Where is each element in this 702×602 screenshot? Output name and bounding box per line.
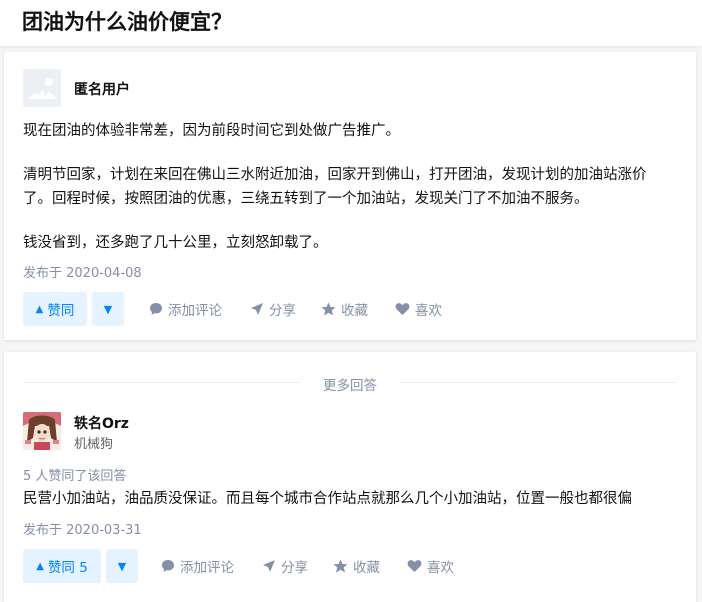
comment-icon (162, 560, 174, 572)
publish-date[interactable]: 发布于 2020-04-08 (23, 262, 142, 281)
vote-down-button[interactable]: ▼ (92, 292, 124, 326)
question-header: 团油为什么油价便宜？ (0, 0, 702, 46)
triangle-down-icon: ▼ (103, 302, 113, 316)
anime-avatar-icon (23, 412, 61, 450)
share-button[interactable]: 分享 (250, 292, 296, 326)
like-label: 喜欢 (415, 303, 442, 319)
star-icon (321, 302, 336, 316)
answer-content: 现在团油的体验非常差，因为前段时间它到处做广告推广。 清明节回家，计划在来回在佛… (23, 119, 679, 255)
heart-icon (407, 560, 422, 572)
author-avatar[interactable] (23, 412, 61, 450)
like-label: 喜欢 (427, 560, 454, 576)
answer-content: 民营小加油站，油品质没保证。而且每个城市合作站点就那么几个小加油站，位置一般也都… (23, 487, 679, 511)
paragraph: 清明节回家，计划在来回在佛山三水附近加油，回家开到佛山，打开团油，发现计划的加油… (23, 167, 647, 183)
comment-label: 添加评论 (180, 560, 234, 576)
triangle-up-icon: ▲ (36, 560, 44, 572)
paragraph: 了。回程时候，按照团油的优惠，三绕五转到了一个加油站，发现关门了不加油不服务。 (23, 191, 589, 207)
like-button[interactable]: 喜欢 (395, 292, 442, 326)
voters-count[interactable]: 5 人赞同了该回答 (23, 465, 126, 484)
share-icon (263, 560, 275, 572)
comment-button[interactable]: 添加评论 (149, 292, 222, 326)
divider-line-left (23, 382, 300, 383)
page-title: 团油为什么油价便宜？ (22, 10, 232, 34)
share-icon (251, 303, 263, 315)
share-button[interactable]: 分享 (262, 549, 308, 583)
star-icon (333, 559, 348, 573)
more-answers-label: 更多回答 (323, 378, 377, 394)
answer-card: 更多回答 轶名Orz 机械狗 5 人赞同了该回答 民营小加油站，油品质没保证。而… (4, 352, 696, 602)
vote-up-label: 赞同 (47, 303, 75, 319)
triangle-down-icon: ▼ (117, 559, 127, 573)
vote-up-label: 赞同 5 (47, 560, 88, 576)
vote-up-button[interactable]: ▲ 赞同 5 (23, 549, 101, 583)
share-label: 分享 (269, 303, 296, 319)
heart-icon (395, 303, 410, 315)
share-label: 分享 (281, 560, 308, 576)
answer-card: 匿名用户 现在团油的体验非常差，因为前段时间它到处做广告推广。 清明节回家，计划… (4, 52, 696, 340)
favorite-label: 收藏 (353, 560, 380, 576)
vote-up-button[interactable]: ▲ 赞同 (23, 292, 87, 326)
divider-line-right (400, 382, 676, 383)
comment-label: 添加评论 (168, 303, 222, 319)
publish-date[interactable]: 发布于 2020-03-31 (23, 519, 142, 538)
favorite-label: 收藏 (341, 303, 368, 319)
paragraph: 现在团油的体验非常差，因为前段时间它到处做广告推广。 (23, 123, 400, 139)
user-silhouette-icon (23, 69, 61, 107)
favorite-button[interactable]: 收藏 (333, 549, 380, 583)
favorite-button[interactable]: 收藏 (321, 292, 368, 326)
comment-icon (150, 303, 162, 315)
triangle-up-icon: ▲ (35, 303, 44, 315)
vote-down-button[interactable]: ▼ (106, 549, 138, 583)
like-button[interactable]: 喜欢 (407, 549, 454, 583)
comment-button[interactable]: 添加评论 (161, 549, 234, 583)
anonymous-avatar[interactable] (23, 69, 61, 107)
author-name[interactable]: 轶名Orz (74, 413, 129, 433)
paragraph: 民营小加油站，油品质没保证。而且每个城市合作站点就那么几个小加油站，位置一般也都… (23, 491, 632, 507)
author-bio: 机械狗 (74, 437, 114, 452)
author-name[interactable]: 匿名用户 (74, 79, 130, 99)
paragraph: 钱没省到，还多跑了几十公里，立刻怒卸载了。 (23, 235, 328, 251)
